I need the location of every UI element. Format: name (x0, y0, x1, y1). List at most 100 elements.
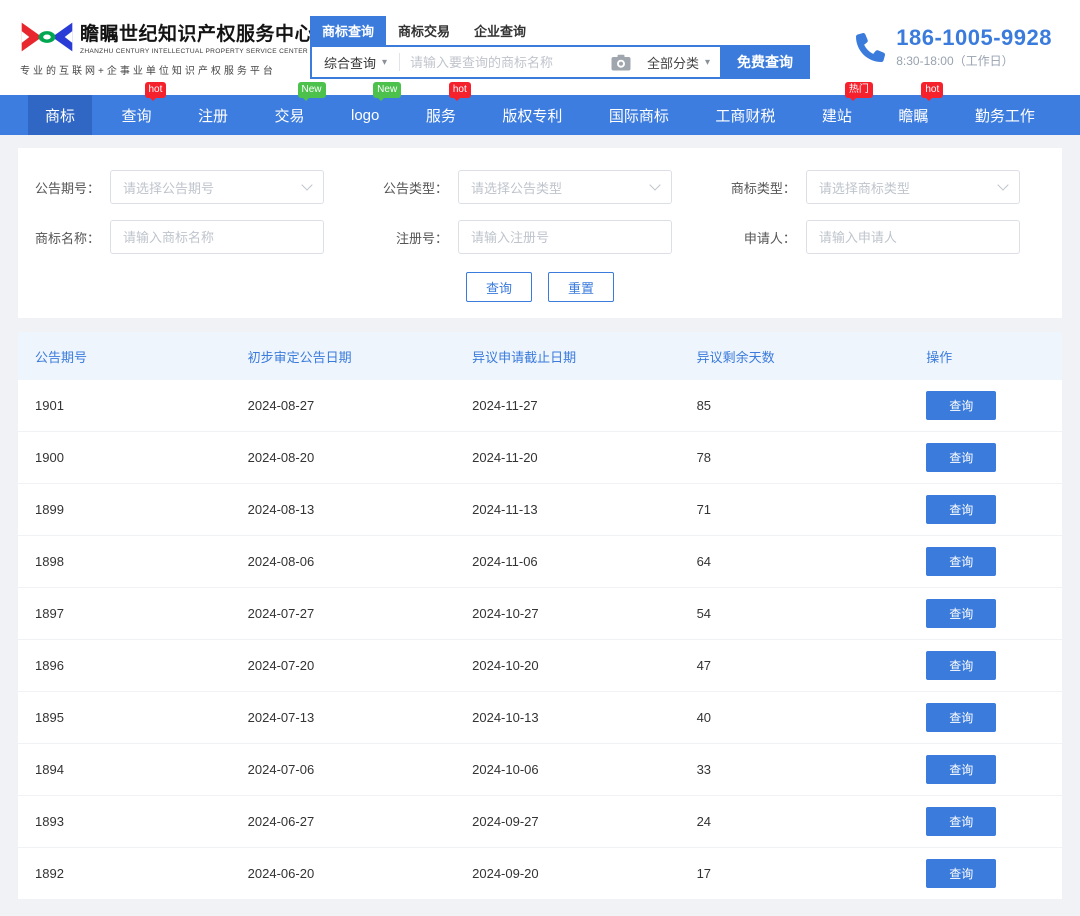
row-query-button[interactable]: 查询 (926, 547, 996, 576)
filter-select[interactable]: 请选择公告类型 (458, 170, 672, 204)
main-nav: 商标查询hot 注册 交易New logoNew 服务hot 版权专利 国际商标 工商财税 建站… (0, 95, 1080, 135)
row-query-button[interactable]: 查询 (926, 599, 996, 628)
nav-item[interactable]: 注册 (181, 95, 245, 135)
filter-panel: 公告期号：请选择公告期号公告类型：请选择公告类型商标类型：请选择商标类型商标名称… (18, 148, 1062, 318)
cell-days-remaining: 64 (697, 554, 927, 569)
nav-item[interactable]: 建站热门 (805, 95, 869, 135)
row-query-button[interactable]: 查询 (926, 755, 996, 784)
row-query-button[interactable]: 查询 (926, 391, 996, 420)
row-query-button[interactable]: 查询 (926, 859, 996, 888)
nav-item[interactable]: 工商财税 (698, 95, 792, 135)
filter-grid: 公告期号：请选择公告期号公告类型：请选择公告类型商标类型：请选择商标类型商标名称… (18, 170, 1062, 254)
cell-publication-date: 2024-06-27 (248, 814, 472, 829)
table-header-row: 公告期号初步审定公告日期异议申请截止日期异议剩余天数操作 (18, 332, 1062, 380)
filter-reset-button[interactable]: 重置 (548, 272, 614, 302)
nav-item[interactable]: logoNew (334, 95, 396, 135)
header-search-tab[interactable]: 商标交易 (386, 16, 462, 45)
row-query-button[interactable]: 查询 (926, 703, 996, 732)
cell-actions: 查询 (926, 755, 1062, 784)
nav-item[interactable]: 版权专利 (485, 95, 579, 135)
table-row: 19012024-08-272024-11-2785查询 (18, 380, 1062, 432)
filter-field-label: 注册号： (366, 228, 458, 247)
filter-select-placeholder: 请选择商标类型 (819, 178, 999, 197)
filter-select[interactable]: 请选择公告期号 (110, 170, 324, 204)
filter-select[interactable]: 请选择商标类型 (806, 170, 1020, 204)
filter-select-placeholder: 请选择公告类型 (471, 178, 651, 197)
nav-item-label: logo (351, 107, 379, 124)
filter-select-placeholder: 请选择公告期号 (123, 178, 303, 197)
row-query-button[interactable]: 查询 (926, 443, 996, 472)
cell-issue-number: 1897 (18, 606, 248, 621)
free-search-button[interactable]: 免费查询 (720, 45, 810, 79)
nav-item[interactable]: 商标 (28, 95, 92, 135)
brand-logo-icon (20, 19, 74, 55)
brand-subtitle: ZHANZHU CENTURY INTELLECTUAL PROPERTY SE… (80, 48, 314, 55)
cell-issue-number: 1895 (18, 710, 248, 725)
cell-objection-deadline: 2024-11-06 (472, 554, 696, 569)
nav-item-label: 国际商标 (609, 105, 669, 126)
brand-tagline: 专业的互联网+企事业单位知识产权服务平台 (20, 62, 288, 77)
row-query-button[interactable]: 查询 (926, 651, 996, 680)
cell-issue-number: 1898 (18, 554, 248, 569)
cell-days-remaining: 33 (697, 762, 927, 777)
cell-publication-date: 2024-07-06 (248, 762, 472, 777)
nav-item-label: 瞻瞩 (898, 105, 928, 126)
camera-icon[interactable] (611, 54, 631, 71)
nav-item[interactable]: 交易New (258, 95, 322, 135)
row-query-button[interactable]: 查询 (926, 495, 996, 524)
chevron-down-icon (301, 179, 312, 190)
nav-item-label: 注册 (198, 105, 228, 126)
filter-field: 商标类型：请选择商标类型 (714, 170, 1062, 204)
cell-actions: 查询 (926, 443, 1062, 472)
cell-issue-number: 1899 (18, 502, 248, 517)
business-hours: 8:30-18:00（工作日） (896, 52, 1052, 69)
brand: 瞻瞩世纪知识产权服务中心 ZHANZHU CENTURY INTELLECTUA… (20, 19, 288, 77)
table-row: 19002024-08-202024-11-2078查询 (18, 432, 1062, 484)
column-header: 公告期号 (18, 347, 248, 366)
class-filter-value: 全部分类 (647, 53, 699, 72)
search-type-value: 综合查询 (324, 53, 376, 72)
nav-item[interactable]: 勤务工作 (958, 95, 1052, 135)
header-search-tabs: 商标查询商标交易企业查询 (310, 16, 810, 45)
table-row: 18972024-07-272024-10-2754查询 (18, 588, 1062, 640)
filter-search-button[interactable]: 查询 (466, 272, 532, 302)
nav-item[interactable]: 国际商标 (592, 95, 686, 135)
class-filter-select[interactable]: 全部分类 ▾ (637, 53, 720, 72)
table-row: 18982024-08-062024-11-0664查询 (18, 536, 1062, 588)
cell-actions: 查询 (926, 547, 1062, 576)
phone-number: 186-1005-9928 (896, 26, 1052, 49)
cell-days-remaining: 78 (697, 450, 927, 465)
nav-item-label: 交易 (275, 105, 305, 126)
filter-field: 注册号： (366, 220, 714, 254)
chevron-down-icon (649, 179, 660, 190)
cell-issue-number: 1901 (18, 398, 248, 413)
nav-item[interactable]: 服务hot (409, 95, 473, 135)
cell-days-remaining: 24 (697, 814, 927, 829)
trademark-search-input[interactable] (400, 55, 605, 70)
filter-input[interactable] (458, 220, 672, 254)
column-header: 初步审定公告日期 (248, 347, 472, 366)
header-search: 商标查询商标交易企业查询 综合查询 ▾ 全部分类 ▾ 免费查询 (310, 16, 810, 79)
cell-days-remaining: 17 (697, 866, 927, 881)
filter-field-label: 申请人： (714, 228, 806, 247)
search-type-select[interactable]: 综合查询 ▾ (312, 53, 399, 72)
cell-publication-date: 2024-07-20 (248, 658, 472, 673)
table-row: 18962024-07-202024-10-2047查询 (18, 640, 1062, 692)
header-search-tab[interactable]: 企业查询 (462, 16, 538, 45)
header-search-tab[interactable]: 商标查询 (310, 16, 386, 45)
table-row: 18922024-06-202024-09-2017查询 (18, 848, 1062, 900)
column-header: 异议申请截止日期 (472, 347, 696, 366)
cell-publication-date: 2024-08-13 (248, 502, 472, 517)
nav-item-label: 查询 (122, 105, 152, 126)
cell-issue-number: 1893 (18, 814, 248, 829)
filter-field: 申请人： (714, 220, 1062, 254)
nav-item-label: 工商财税 (715, 105, 775, 126)
filter-input[interactable] (110, 220, 324, 254)
nav-item[interactable]: 瞻瞩hot (881, 95, 945, 135)
cell-actions: 查询 (926, 495, 1062, 524)
filter-input[interactable] (806, 220, 1020, 254)
nav-item[interactable]: 查询hot (105, 95, 169, 135)
cell-actions: 查询 (926, 703, 1062, 732)
row-query-button[interactable]: 查询 (926, 807, 996, 836)
table-row: 18932024-06-272024-09-2724查询 (18, 796, 1062, 848)
